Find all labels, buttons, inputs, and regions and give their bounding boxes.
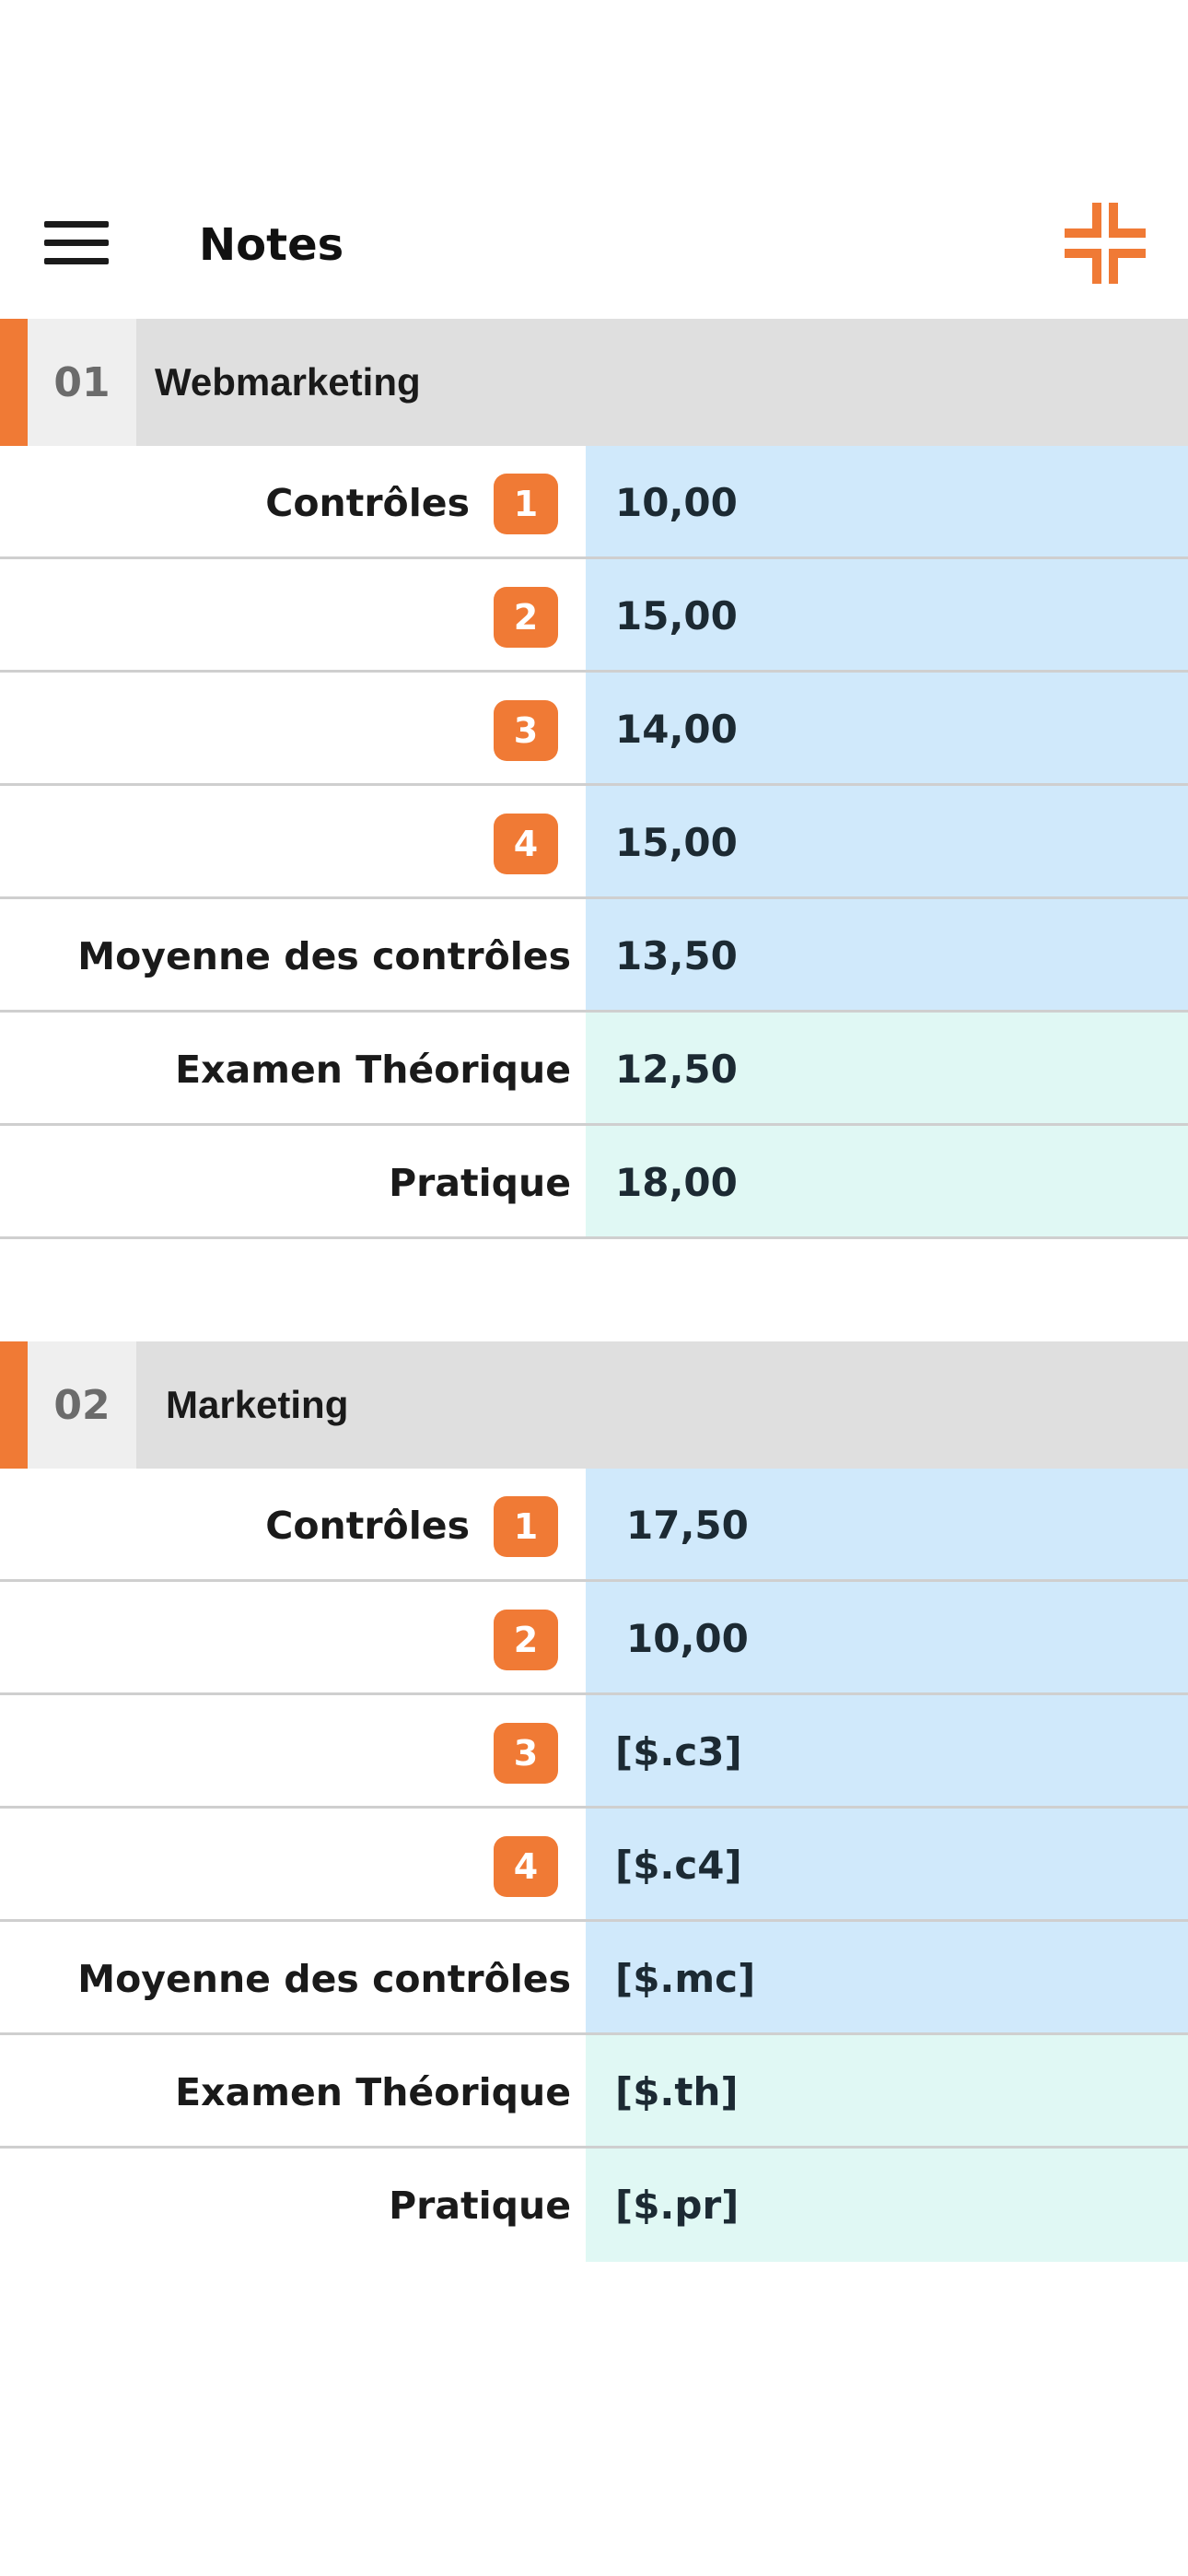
- grade-value[interactable]: 15,00: [586, 559, 1188, 673]
- grade-value[interactable]: [$.c3]: [586, 1695, 1188, 1809]
- collapse-arrows-icon[interactable]: [1061, 199, 1149, 287]
- section-number: 01: [28, 319, 136, 446]
- grade-value[interactable]: [$.pr]: [586, 2149, 1188, 2262]
- grade-value[interactable]: 18,00: [586, 1126, 1188, 1239]
- grade-value[interactable]: 10,00: [586, 446, 1188, 559]
- control-number-badge: 1: [494, 1496, 558, 1557]
- control-number-badge: 2: [494, 587, 558, 648]
- grade-row: Examen Théorique 12,50: [0, 1013, 1188, 1126]
- row-label: [0, 559, 470, 673]
- grade-row: Moyenne des contrôles [$.mc]: [0, 1922, 1188, 2035]
- grade-value[interactable]: 15,00: [586, 786, 1188, 899]
- control-number-badge: 1: [494, 474, 558, 534]
- app-bar: Notes: [0, 184, 1188, 313]
- menu-line: [44, 240, 109, 246]
- row-label: Pratique: [389, 2183, 571, 2228]
- row-label: [0, 1582, 470, 1695]
- row-label: Contrôles: [265, 480, 470, 525]
- grade-row: Pratique [$.pr]: [0, 2149, 1188, 2262]
- page-title: Notes: [199, 219, 344, 271]
- menu-line: [44, 258, 109, 264]
- section-header[interactable]: 01 Webmarketing: [0, 319, 1188, 446]
- grade-value[interactable]: [$.c4]: [586, 1809, 1188, 1922]
- grade-row: 4 15,00: [0, 786, 1188, 899]
- row-label: [0, 673, 470, 786]
- grade-row: Moyenne des contrôles 13,50: [0, 899, 1188, 1013]
- row-divider: [0, 1236, 1188, 1239]
- grade-value[interactable]: 14,00: [586, 673, 1188, 786]
- grade-row: Pratique 18,00: [0, 1126, 1188, 1239]
- row-label: [0, 1809, 470, 1922]
- row-label: Contrôles: [265, 1503, 470, 1548]
- grade-row: 4 [$.c4]: [0, 1809, 1188, 1922]
- section-header[interactable]: 02 Marketing: [0, 1341, 1188, 1469]
- collapse-arrows-svg: [1065, 203, 1146, 284]
- row-label: [0, 786, 470, 899]
- menu-line: [44, 221, 109, 228]
- row-label: Moyenne des contrôles: [77, 1956, 571, 2001]
- section-name: Webmarketing: [155, 360, 421, 404]
- row-label: Pratique: [389, 1160, 571, 1205]
- control-number-badge: 2: [494, 1610, 558, 1670]
- grade-value[interactable]: 12,50: [586, 1013, 1188, 1126]
- row-label: [0, 1695, 470, 1809]
- control-number-badge: 4: [494, 1836, 558, 1897]
- grade-value[interactable]: 10,00: [586, 1582, 1188, 1695]
- grade-row: 2 15,00: [0, 559, 1188, 673]
- row-label: Examen Théorique: [175, 2069, 571, 2114]
- grade-value[interactable]: [$.mc]: [586, 1922, 1188, 2035]
- grade-row: 2 10,00: [0, 1582, 1188, 1695]
- grade-row: Examen Théorique [$.th]: [0, 2035, 1188, 2149]
- grade-value[interactable]: 17,50: [586, 1469, 1188, 1582]
- grade-row: Contrôles 1 10,00: [0, 446, 1188, 559]
- control-number-badge: 4: [494, 814, 558, 874]
- grade-row: Contrôles 1 17,50: [0, 1469, 1188, 1582]
- control-number-badge: 3: [494, 1723, 558, 1784]
- section-accent-bar: [0, 1341, 28, 1469]
- grade-value[interactable]: 13,50: [586, 899, 1188, 1013]
- section-number: 02: [28, 1341, 136, 1469]
- grade-value[interactable]: [$.th]: [586, 2035, 1188, 2149]
- grade-row: 3 [$.c3]: [0, 1695, 1188, 1809]
- section-name: Marketing: [166, 1383, 349, 1426]
- control-number-badge: 3: [494, 700, 558, 761]
- row-label: Moyenne des contrôles: [77, 933, 571, 978]
- section-accent-bar: [0, 319, 28, 446]
- row-label: Examen Théorique: [175, 1047, 571, 1092]
- grade-row: 3 14,00: [0, 673, 1188, 786]
- hamburger-menu-icon[interactable]: [44, 217, 109, 269]
